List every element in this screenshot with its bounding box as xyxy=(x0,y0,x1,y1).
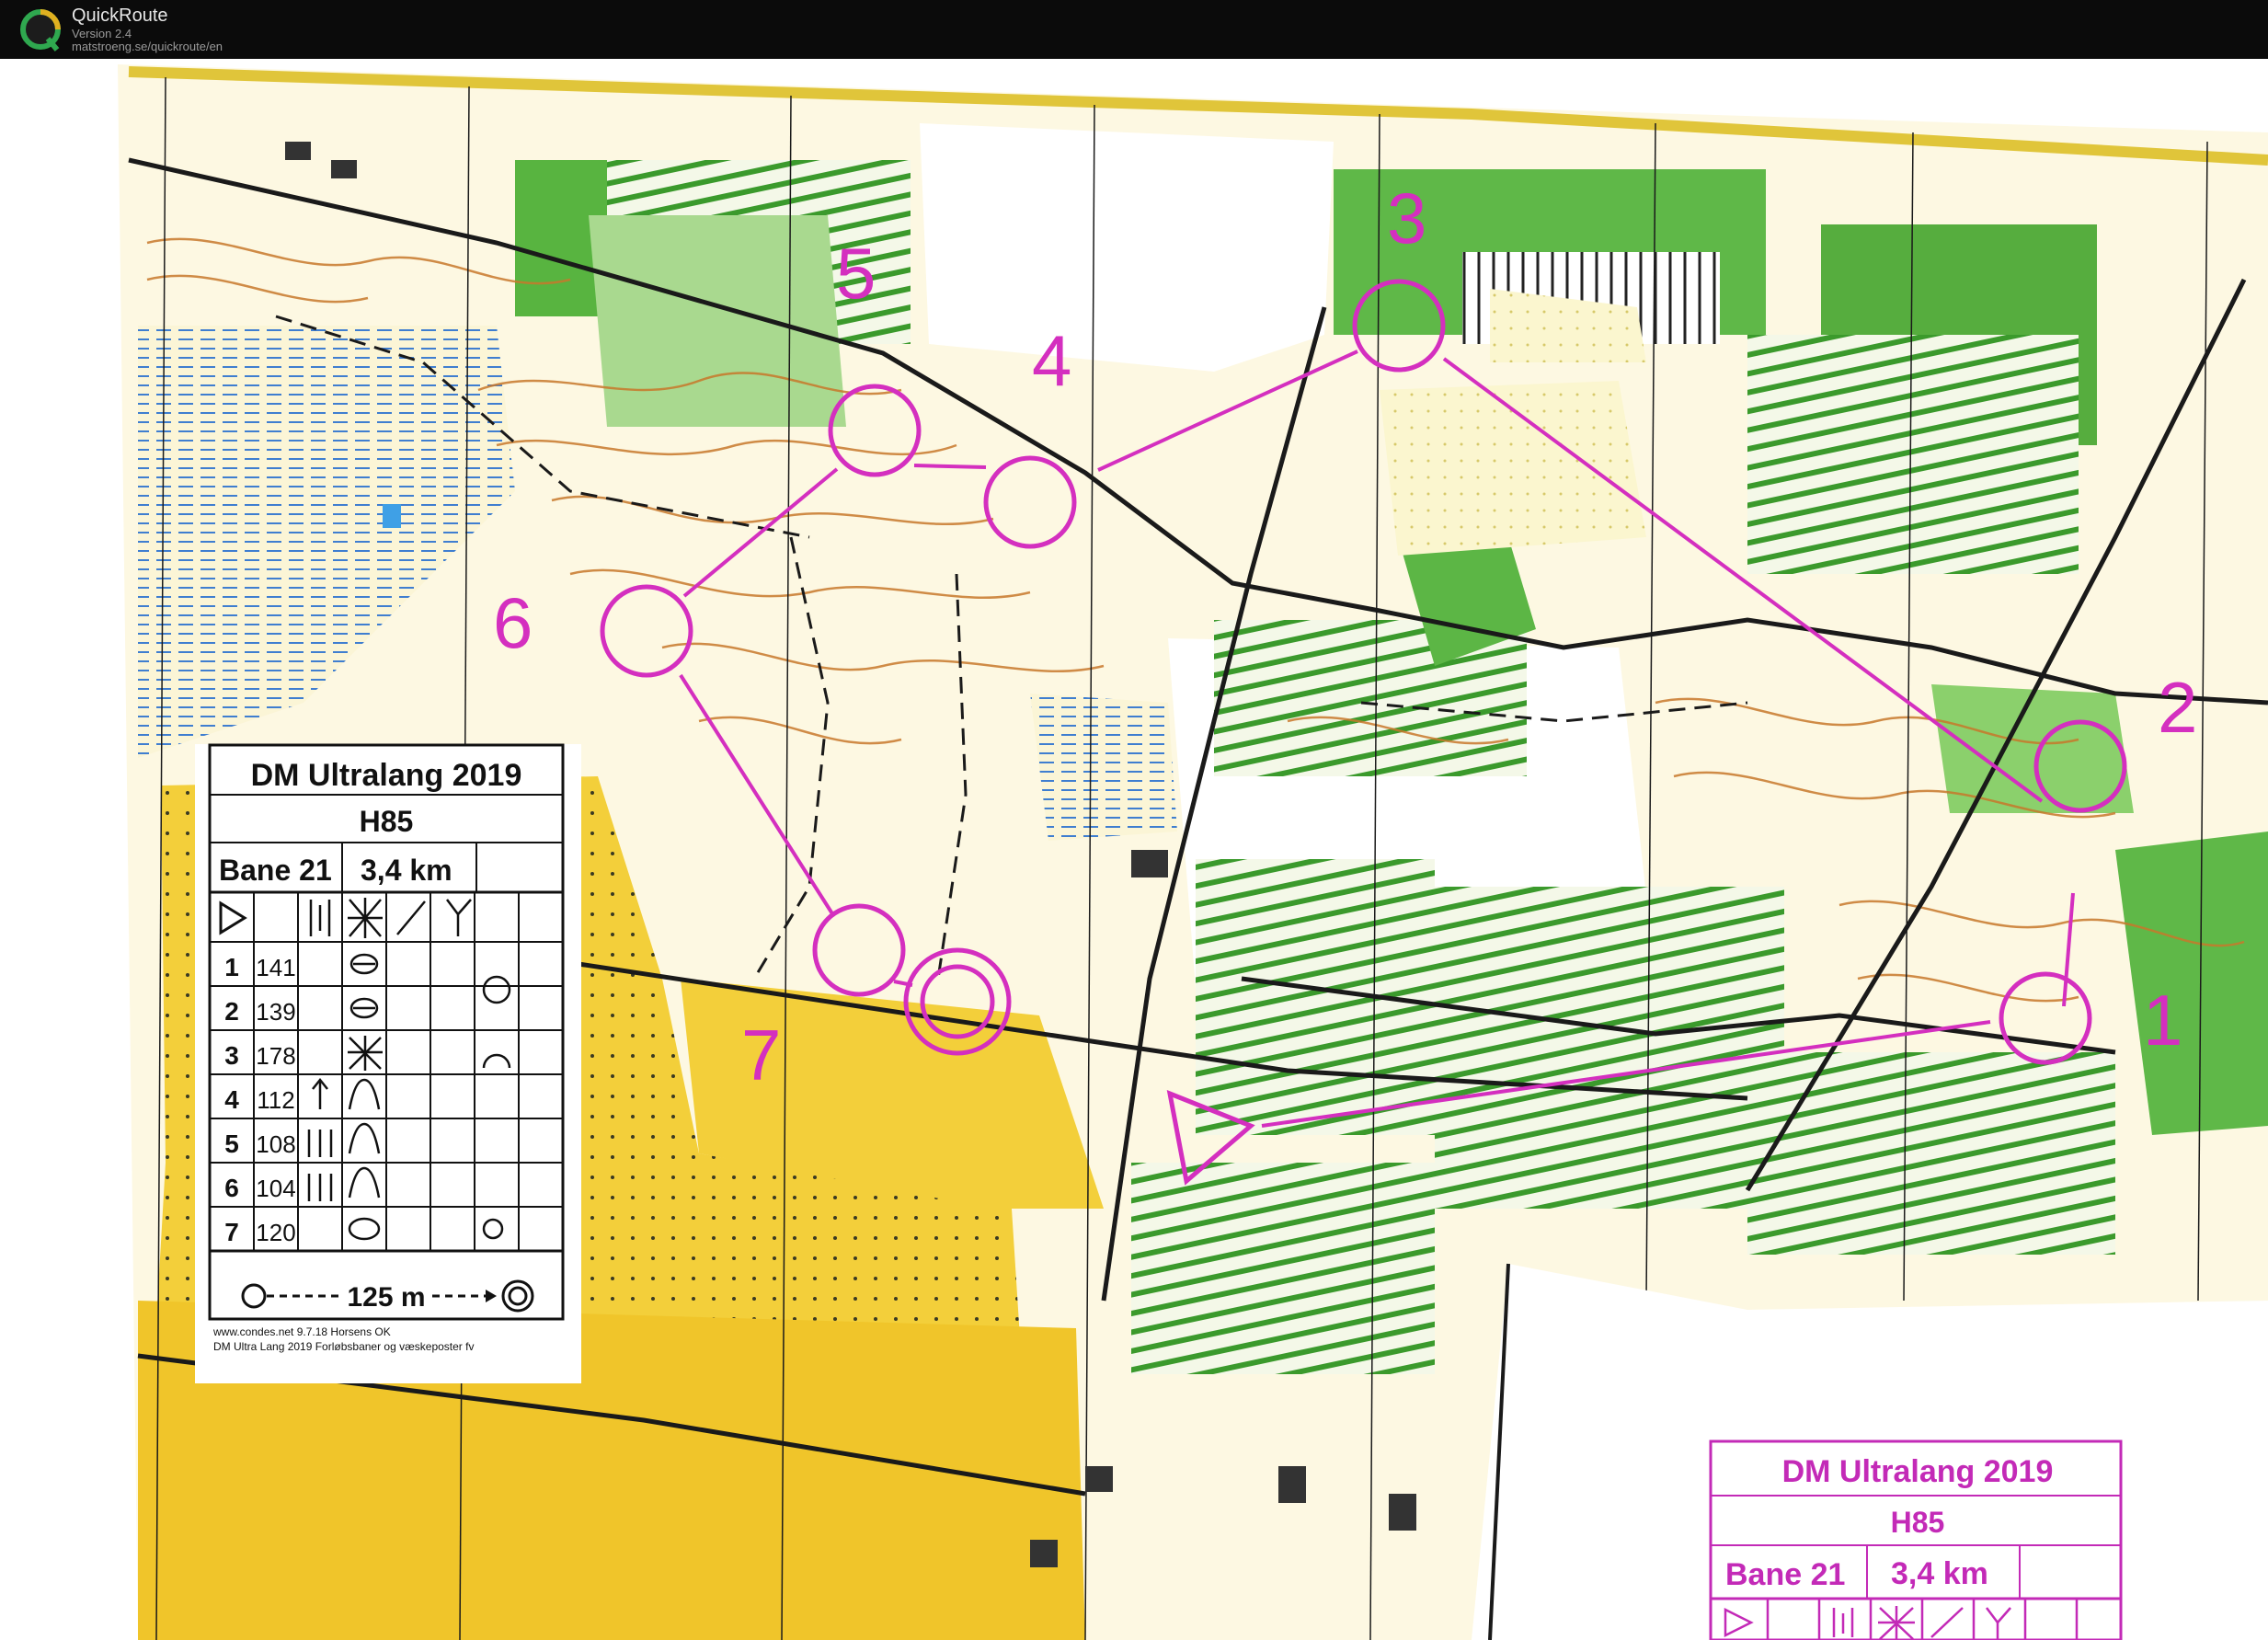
control-number-2: 2 xyxy=(2158,667,2197,748)
cd-row-2-code: 139 xyxy=(256,998,295,1026)
cd-class: H85 xyxy=(360,805,414,838)
app-title: QuickRoute xyxy=(72,6,168,26)
cd-row-6-code: 104 xyxy=(256,1175,295,1202)
control-number-1: 1 xyxy=(2143,980,2182,1061)
control-description-card-2: DM Ultralang 2019 H85 Bane 21 3,4 km xyxy=(1709,1439,2123,1640)
control-number-5: 5 xyxy=(836,233,876,314)
cd-row-4-code: 112 xyxy=(257,1086,294,1114)
cd-footer-2: DM Ultra Lang 2019 Forløbsbaner og væske… xyxy=(213,1340,474,1353)
control-number-6: 6 xyxy=(493,582,533,663)
cd2-event-title: DM Ultralang 2019 xyxy=(1782,1454,2054,1489)
cd-row-6-num: 6 xyxy=(224,1174,239,1202)
map-canvas: 1 2 3 4 5 6 7 DM Ultralang 2019 H85 Bane… xyxy=(118,64,2268,1640)
app-titlebar: QuickRoute Version 2.4 matstroeng.se/qui… xyxy=(0,0,2268,59)
cd-row-1-num: 1 xyxy=(224,953,239,981)
cd-row-3-code: 178 xyxy=(256,1042,295,1070)
quickroute-logo-icon xyxy=(20,9,61,52)
control-number-3: 3 xyxy=(1387,178,1426,258)
cd-course: Bane 21 xyxy=(219,854,332,887)
cd-row-2-num: 2 xyxy=(224,997,239,1026)
cd2-course: Bane 21 xyxy=(1725,1557,1845,1592)
cd-row-1-code: 141 xyxy=(256,954,295,981)
cd-footer-1: www.condes.net 9.7.18 Horsens OK xyxy=(212,1325,391,1338)
cd-row-7-code: 120 xyxy=(256,1219,295,1246)
control-number-4: 4 xyxy=(1032,320,1071,401)
app-version: Version 2.4 xyxy=(72,27,132,40)
cd-row-3-num: 3 xyxy=(224,1041,239,1070)
cd2-class: H85 xyxy=(1891,1506,1945,1539)
app-url: matstroeng.se/quickroute/en xyxy=(72,40,223,53)
control-number-7: 7 xyxy=(741,1015,781,1095)
cd-row-5-code: 108 xyxy=(256,1130,295,1158)
cd2-length: 3,4 km xyxy=(1891,1556,1988,1591)
orienteering-map[interactable]: 1 2 3 4 5 6 7 DM Ultralang 2019 H85 Bane… xyxy=(0,59,2268,1640)
control-description-card: DM Ultralang 2019 H85 Bane 21 3,4 km 1 1… xyxy=(195,743,581,1383)
cd-row-4-num: 4 xyxy=(224,1085,239,1114)
cd-finish-distance: 125 m xyxy=(347,1282,425,1313)
cd-row-5-num: 5 xyxy=(224,1130,239,1158)
cd-event-title: DM Ultralang 2019 xyxy=(251,758,522,793)
leg-4-5 xyxy=(913,464,987,469)
cd-length: 3,4 km xyxy=(361,854,452,887)
cd-row-7-num: 7 xyxy=(224,1218,239,1246)
